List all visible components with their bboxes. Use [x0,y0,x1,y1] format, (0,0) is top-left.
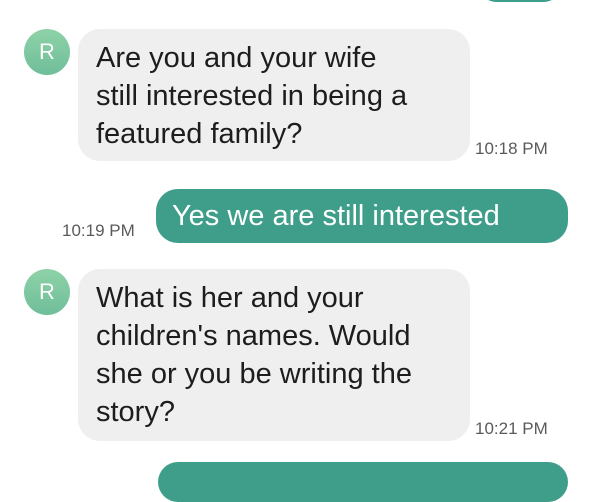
message-text-line: featured family? [96,118,303,150]
next-message-bubble-partial[interactable] [158,462,568,502]
message-timestamp: 10:18 PM [475,139,548,158]
message-text-line: still interested in being a [96,80,408,112]
message-text-line: she or you be writing the [96,358,412,390]
incoming-message-bubble[interactable]: Are you and your wife still interested i… [78,29,470,161]
message-text: Yes we are still interested [172,200,500,232]
previous-message-bubble-partial[interactable] [480,0,560,2]
message-timestamp: 10:19 PM [62,221,135,240]
message-text-line: children's names. Would [96,320,411,352]
outgoing-message-bubble[interactable]: Yes we are still interested [156,189,568,243]
message-text-line: Are you and your wife [96,42,377,74]
avatar-initial: R [39,39,55,64]
message-text-line: story? [96,396,175,428]
incoming-message-bubble[interactable]: What is her and your children's names. W… [78,269,470,441]
message-timestamp: 10:21 PM [475,419,548,438]
message-text-line: What is her and your [96,282,364,314]
contact-avatar[interactable]: R [24,269,70,315]
contact-avatar[interactable]: R [24,29,70,75]
avatar-initial: R [39,279,55,304]
